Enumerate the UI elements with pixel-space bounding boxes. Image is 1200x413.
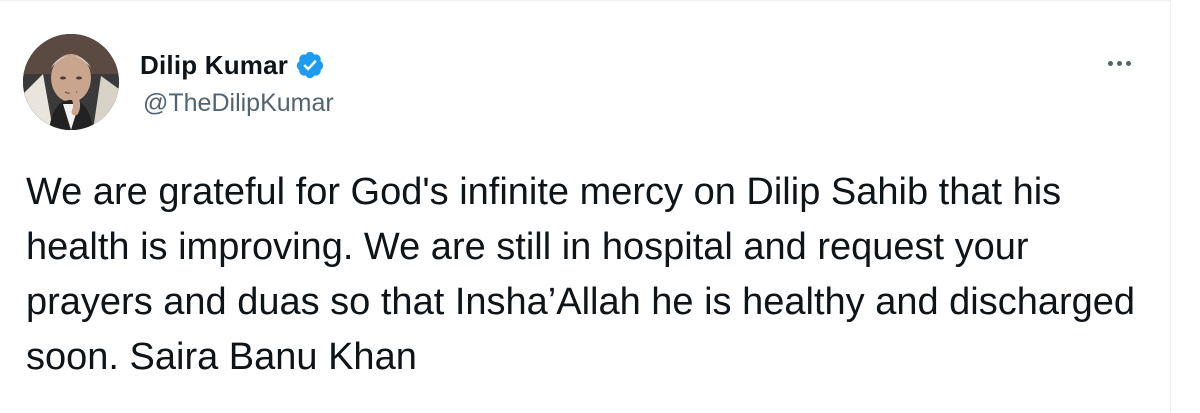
tweet-text: We are grateful for God's infinite mercy… — [26, 171, 1157, 378]
more-dot — [1116, 60, 1122, 66]
author-display-name[interactable]: Dilip Kumar — [140, 50, 288, 81]
more-dot — [1107, 60, 1113, 66]
more-dot — [1125, 60, 1131, 66]
author-name-row[interactable]: Dilip Kumar — [140, 45, 325, 85]
avatar-portrait-image — [23, 34, 119, 130]
more-options-icon[interactable] — [1099, 47, 1139, 79]
avatar[interactable] — [23, 34, 119, 130]
verified-badge-icon — [295, 50, 325, 80]
author-handle[interactable]: @TheDilipKumar — [143, 89, 334, 118]
tweet-card[interactable]: Dilip Kumar @TheDilipKumar We are gratef… — [0, 0, 1171, 413]
